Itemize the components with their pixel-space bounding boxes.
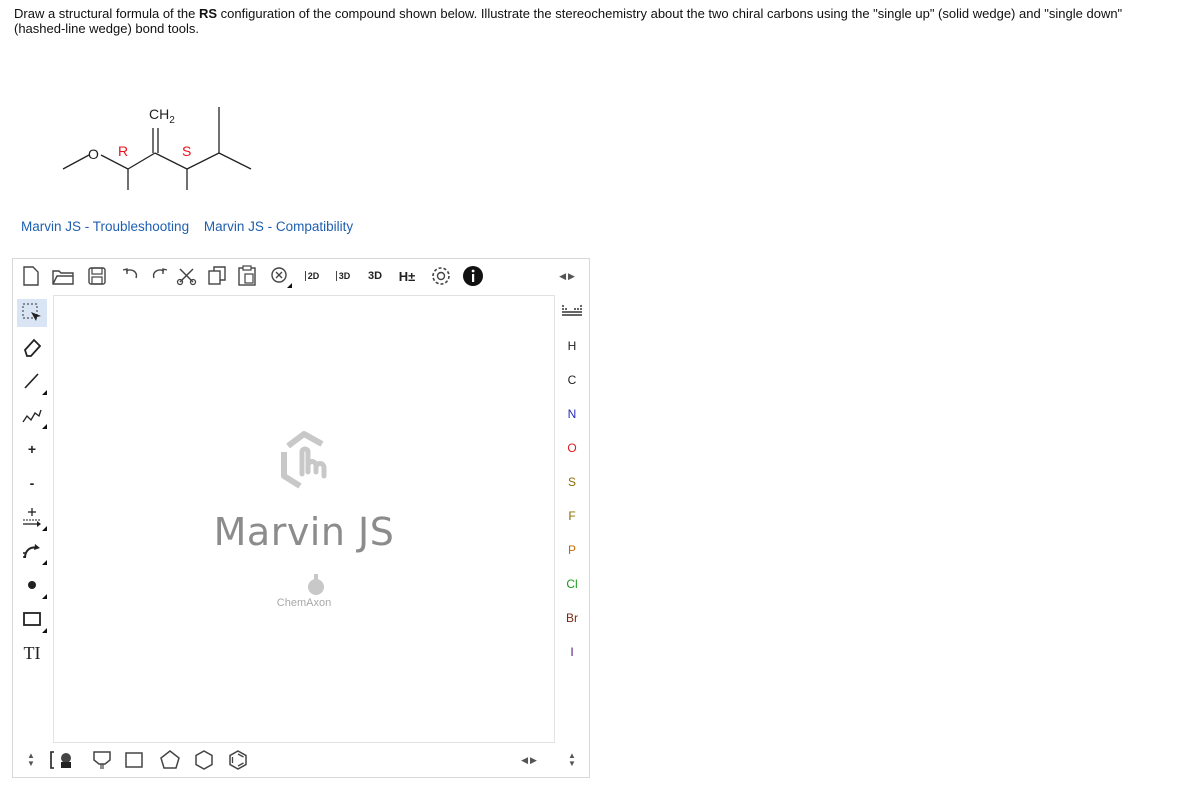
electron-flow-icon[interactable]	[17, 537, 47, 565]
compatibility-link[interactable]: Marvin JS - Compatibility	[204, 219, 353, 234]
cyclobutane-icon[interactable]	[121, 747, 147, 773]
radical-icon[interactable]	[17, 571, 47, 599]
select-tool-icon[interactable]	[17, 299, 47, 327]
help-links: Marvin JS - Troubleshooting Marvin JS - …	[21, 219, 364, 234]
undo-icon[interactable]	[119, 264, 143, 288]
watermark: Marvin JS ChemAxon	[54, 296, 554, 742]
element-button-h[interactable]: H	[555, 339, 589, 353]
right-toolbar: H C N O S F P Cl Br I	[555, 295, 589, 741]
right-scroll-updown-icon[interactable]: ▲ ▼	[564, 747, 580, 773]
charge-plus-icon[interactable]: +	[17, 435, 47, 463]
drawing-canvas[interactable]: Marvin JS ChemAxon	[53, 295, 555, 743]
element-button-o[interactable]: O	[555, 441, 589, 455]
s-stereo-label: S	[182, 143, 191, 159]
r-stereo-label: R	[118, 143, 128, 159]
element-button-i[interactable]: I	[555, 645, 589, 659]
marvin-logo-icon	[281, 431, 327, 489]
paste-icon[interactable]	[235, 264, 259, 288]
bottom-scroll-leftright-icon[interactable]: ◀▶	[515, 747, 545, 773]
zoom-icon[interactable]	[268, 264, 292, 288]
new-document-icon[interactable]	[19, 264, 43, 288]
save-icon[interactable]	[85, 264, 109, 288]
question-bold: RS	[198, 6, 218, 21]
watermark-title: Marvin JS	[213, 510, 395, 554]
charge-minus-icon[interactable]: -	[17, 469, 47, 497]
reaction-arrow-icon[interactable]	[17, 503, 47, 531]
cut-icon[interactable]	[175, 264, 199, 288]
text-tool-icon[interactable]: TI	[17, 639, 47, 667]
cyclohexane-icon[interactable]	[191, 747, 217, 773]
bottom-toolbar: ▲ ▼ ◀▶ ▲ ▼	[13, 743, 589, 777]
benzene-icon[interactable]	[225, 747, 251, 773]
element-button-f[interactable]: F	[555, 509, 589, 523]
toolbar-scroll-arrows[interactable]: ◀▶	[556, 264, 580, 288]
element-button-p[interactable]: P	[555, 543, 589, 557]
molecule-structure: CH2 O R S	[62, 106, 252, 190]
cyclopentane-icon[interactable]	[157, 747, 183, 773]
troubleshooting-link[interactable]: Marvin JS - Troubleshooting	[21, 219, 189, 234]
rectangle-shape-icon[interactable]	[17, 605, 47, 633]
settings-gear-icon[interactable]	[429, 264, 453, 288]
view-3d-icon[interactable]: 3D	[363, 264, 387, 288]
question-part1: Draw a structural formula of the	[14, 6, 199, 21]
hydrogen-toggle-icon[interactable]: H±	[395, 264, 419, 288]
chemaxon-logo-icon	[308, 574, 324, 595]
element-button-s[interactable]: S	[555, 475, 589, 489]
left-toolbar: + - TI	[13, 295, 51, 741]
watermark-subtitle: ChemAxon	[276, 597, 332, 609]
element-button-n[interactable]: N	[555, 407, 589, 421]
question-text: Draw a structural formula of the RS conf…	[14, 6, 1174, 36]
top-toolbar: 2D 3D 3D H± ◀▶	[13, 259, 589, 293]
oxygen-label: O	[88, 146, 99, 162]
single-bond-icon[interactable]	[17, 367, 47, 395]
eraser-icon[interactable]	[17, 333, 47, 361]
element-button-cl[interactable]: Cl	[555, 577, 589, 591]
element-button-c[interactable]: C	[555, 373, 589, 387]
bottom-scroll-updown-icon[interactable]: ▲ ▼	[23, 747, 39, 773]
clean-3d-icon[interactable]: 3D	[331, 264, 355, 288]
clean-2d-icon[interactable]: 2D	[300, 264, 324, 288]
element-button-br[interactable]: Br	[555, 611, 589, 625]
periodic-table-icon[interactable]	[555, 303, 589, 320]
redo-icon[interactable]	[147, 264, 171, 288]
copy-icon[interactable]	[205, 264, 229, 288]
info-icon[interactable]	[461, 264, 485, 288]
chain-icon[interactable]	[17, 401, 47, 429]
open-folder-icon[interactable]	[51, 264, 75, 288]
marvin-editor: 2D 3D 3D H± ◀▶ + - TI Marvin JS ChemAxon…	[12, 258, 590, 778]
peptide-template-icon[interactable]	[89, 747, 115, 773]
ch2-label: CH2	[149, 106, 175, 126]
template-library-icon[interactable]	[49, 747, 77, 773]
